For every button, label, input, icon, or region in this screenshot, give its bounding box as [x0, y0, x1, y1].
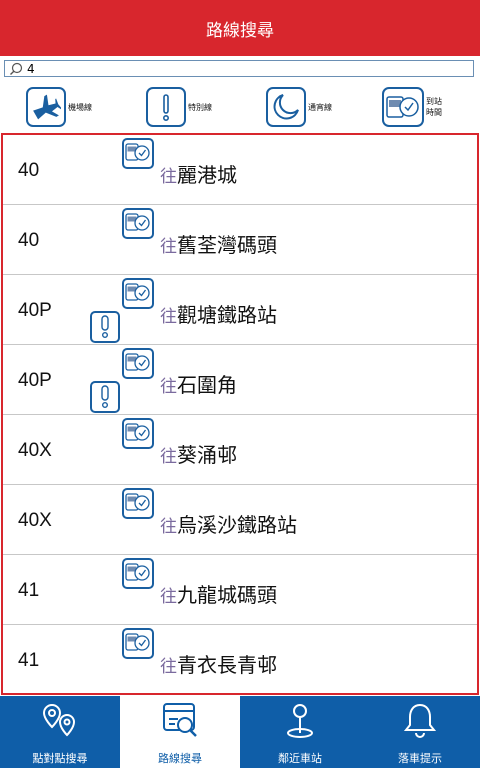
route-list[interactable]: 40 往麗港城 40 往舊荃灣碼頭 40P 往觀塘鐵路站 40P 往石圍角 40… [1, 133, 479, 695]
route-number: 40 [18, 160, 40, 181]
airplane-icon [26, 87, 66, 127]
route-number: 40X [18, 510, 52, 531]
arrival-time-icon[interactable] [122, 418, 154, 449]
category-label: 機場線 [68, 102, 92, 112]
search-input[interactable] [27, 61, 447, 76]
route-number: 40P [18, 370, 52, 391]
tab-nearby-stops[interactable]: 鄰近車站 [240, 696, 360, 768]
route-destination: 往麗港城 [160, 159, 237, 188]
route-number: 40P [18, 300, 52, 321]
route-number: 40 [18, 230, 40, 251]
direction-prefix: 往 [160, 307, 177, 327]
map-pins-icon [42, 703, 76, 737]
tab-label: 路線搜尋 [158, 752, 202, 765]
search-bar[interactable] [4, 60, 474, 77]
arrival-time-icon[interactable] [122, 208, 154, 239]
route-destination: 往舊荃灣碼頭 [160, 229, 277, 258]
destination-name: 石圍角 [177, 373, 237, 397]
page-title: 路線搜尋 [206, 20, 274, 41]
route-destination: 往九龍城碼頭 [160, 579, 277, 608]
tab-route-search[interactable]: 路線搜尋 [120, 696, 240, 768]
destination-name: 青衣長青邨 [177, 653, 277, 677]
route-destination: 往烏溪沙鐵路站 [160, 509, 297, 538]
tab-alight-reminder[interactable]: 落車提示 [360, 696, 480, 768]
route-row[interactable]: 41 往九龍城碼頭 [3, 555, 477, 625]
arrival-time-icon [382, 87, 424, 127]
tab-label: 點對點搜尋 [32, 752, 88, 765]
category-special[interactable]: 特別線 [120, 84, 240, 130]
arrival-time-icon[interactable] [122, 558, 154, 589]
arrival-time-icon[interactable] [122, 348, 154, 379]
destination-name: 麗港城 [177, 163, 237, 187]
direction-prefix: 往 [160, 377, 177, 397]
arrival-time-icon[interactable] [122, 278, 154, 309]
app-header: 路線搜尋 [0, 0, 480, 56]
special-route-icon[interactable] [90, 311, 120, 343]
tab-label: 落車提示 [398, 752, 442, 765]
destination-name: 九龍城碼頭 [177, 583, 277, 607]
route-number: 40X [18, 440, 52, 461]
direction-prefix: 往 [160, 447, 177, 467]
category-label: 到站 時間 [426, 97, 442, 117]
search-icon [10, 62, 23, 75]
bottom-tab-bar: 點對點搜尋 路線搜尋 鄰近車站 落車提示 [0, 696, 480, 768]
direction-prefix: 往 [160, 237, 177, 257]
route-row[interactable]: 40 往麗港城 [3, 135, 477, 205]
direction-prefix: 往 [160, 167, 177, 187]
category-bar: 機場線 特別線 通宵線 到站 時間 [0, 84, 480, 130]
exclamation-icon [146, 87, 186, 127]
arrival-time-icon[interactable] [122, 488, 154, 519]
direction-prefix: 往 [160, 657, 177, 677]
route-row[interactable]: 40 往舊荃灣碼頭 [3, 205, 477, 275]
location-pin-icon [287, 704, 313, 738]
route-number: 41 [18, 650, 40, 671]
direction-prefix: 往 [160, 587, 177, 607]
destination-name: 舊荃灣碼頭 [177, 233, 277, 257]
route-destination: 往青衣長青邨 [160, 649, 277, 678]
route-row[interactable]: 40P 往觀塘鐵路站 [3, 275, 477, 345]
special-route-icon[interactable] [90, 381, 120, 413]
route-number: 41 [18, 580, 40, 601]
route-destination: 往葵涌邨 [160, 439, 237, 468]
route-destination: 往石圍角 [160, 369, 237, 398]
destination-name: 烏溪沙鐵路站 [177, 513, 297, 537]
tab-label: 鄰近車站 [278, 752, 322, 765]
route-destination: 往觀塘鐵路站 [160, 299, 277, 328]
tab-point-to-point[interactable]: 點對點搜尋 [0, 696, 120, 768]
arrival-time-icon[interactable] [122, 628, 154, 659]
route-row[interactable]: 40X 往烏溪沙鐵路站 [3, 485, 477, 555]
route-row[interactable]: 41 往青衣長青邨 [3, 625, 477, 693]
category-airport[interactable]: 機場線 [0, 84, 120, 130]
route-row[interactable]: 40X 往葵涌邨 [3, 415, 477, 485]
category-label: 通宵線 [308, 102, 332, 112]
destination-name: 觀塘鐵路站 [177, 303, 277, 327]
moon-icon [266, 87, 306, 127]
arrival-time-icon[interactable] [122, 138, 154, 169]
bell-icon [403, 703, 437, 738]
destination-name: 葵涌邨 [177, 443, 237, 467]
direction-prefix: 往 [160, 517, 177, 537]
route-search-icon [163, 703, 197, 737]
category-arrival-time[interactable]: 到站 時間 [360, 84, 480, 130]
route-row[interactable]: 40P 往石圍角 [3, 345, 477, 415]
category-overnight[interactable]: 通宵線 [240, 84, 360, 130]
category-label: 特別線 [188, 102, 212, 112]
